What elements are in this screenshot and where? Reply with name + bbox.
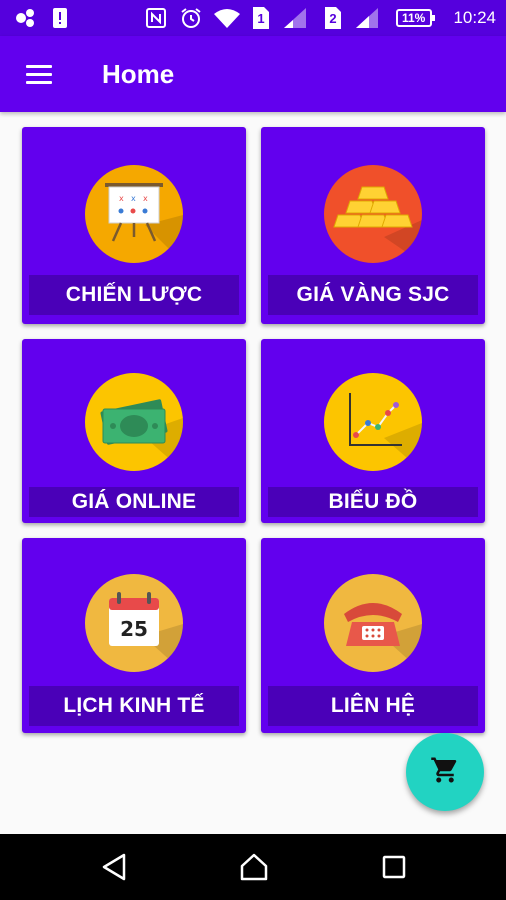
- navigation-bar: [0, 834, 506, 900]
- sim2-label: 2: [329, 10, 337, 26]
- money-icon: [85, 373, 183, 471]
- shopping-cart-icon: [430, 755, 460, 790]
- tile-lich-kinh-te[interactable]: 25 LỊCH KINH TẾ: [22, 538, 246, 733]
- tile-label: GIÁ ONLINE: [29, 487, 239, 517]
- back-icon[interactable]: [74, 834, 154, 900]
- app-bar: Home: [0, 36, 506, 112]
- tile-bieu-do[interactable]: BIỂU ĐỒ: [261, 339, 485, 523]
- cart-fab-button[interactable]: [406, 733, 484, 811]
- nfc-icon: [143, 0, 169, 36]
- tile-chien-luoc[interactable]: x x x CHIẾN LƯỢC: [22, 127, 246, 324]
- tile-lien-he[interactable]: LIÊN HỆ: [261, 538, 485, 733]
- status-bar: 1 2 11% 10:24: [0, 0, 506, 36]
- battery-percent: 11%: [402, 11, 426, 25]
- wifi-icon: [212, 0, 242, 36]
- svg-text:x: x: [131, 194, 136, 203]
- page-title: Home: [102, 59, 175, 89]
- tile-label: LỊCH KINH TẾ: [29, 686, 239, 726]
- gold-bars-icon: [324, 165, 422, 263]
- tile-gia-online[interactable]: GIÁ ONLINE: [22, 339, 246, 523]
- sim-icon: 2: [322, 0, 344, 36]
- sim-icon: 1: [250, 0, 272, 36]
- telephone-icon: [324, 574, 422, 672]
- alert-icon: [48, 0, 72, 36]
- hamburger-menu-icon[interactable]: [18, 54, 62, 94]
- line-chart-icon: [324, 373, 422, 471]
- tile-label: BIỂU ĐỒ: [268, 487, 478, 517]
- battery-icon: 11%: [396, 0, 436, 36]
- calendar-day: 25: [120, 617, 148, 641]
- signal-icon: [354, 0, 380, 36]
- svg-text:x: x: [143, 194, 148, 203]
- tile-gia-vang-sjc[interactable]: GIÁ VÀNG SJC: [261, 127, 485, 324]
- alarm-icon: [177, 0, 205, 36]
- apps-icon: [12, 0, 40, 36]
- svg-text:x: x: [119, 194, 124, 203]
- signal-icon: [282, 0, 308, 36]
- calendar-icon: 25: [85, 574, 183, 672]
- home-icon[interactable]: [214, 834, 294, 900]
- strategy-board-icon: x x x: [85, 165, 183, 263]
- clock: 10:24: [453, 8, 496, 27]
- sim1-label: 1: [257, 10, 265, 26]
- tile-label: CHIẾN LƯỢC: [29, 275, 239, 315]
- recents-icon[interactable]: [354, 834, 434, 900]
- tile-label: LIÊN HỆ: [268, 686, 478, 726]
- tile-label: GIÁ VÀNG SJC: [268, 275, 478, 315]
